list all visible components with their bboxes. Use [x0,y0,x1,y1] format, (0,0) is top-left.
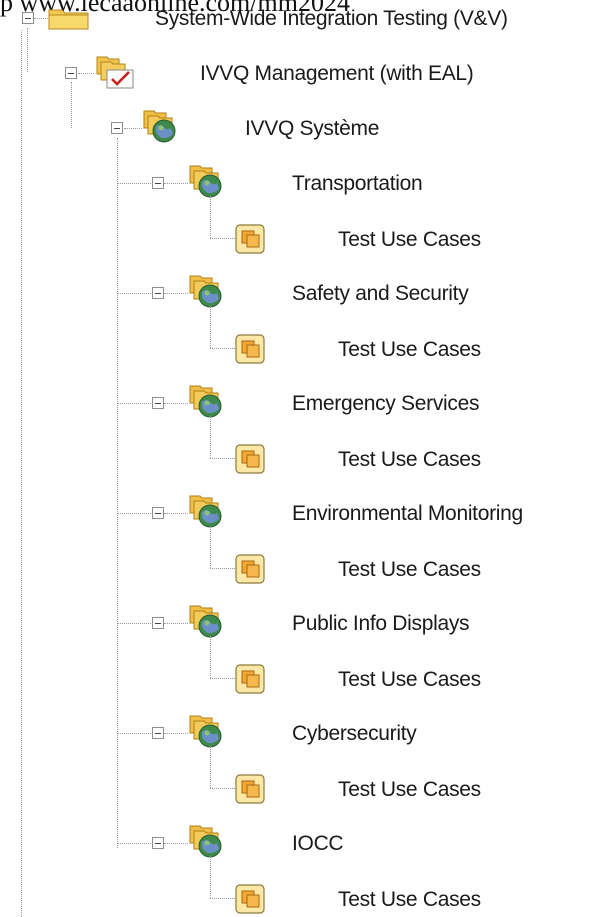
tree-connector [164,403,188,404]
tree-node-label: Test Use Cases [338,668,481,691]
collapse-toggle[interactable] [111,122,123,134]
tree-connector [117,403,151,404]
tree-node-label: Emergency Services [292,392,480,415]
use-case-icon [235,664,265,694]
folder-icon [48,9,89,30]
tree-connector [210,636,211,678]
collapse-toggle[interactable] [152,177,164,189]
tree-connector [210,416,211,458]
tree-connector [117,513,151,514]
package-globe-icon [143,110,176,143]
tree-connector [210,526,211,568]
tree-connector [164,293,188,294]
tree-node-label: Test Use Cases [338,888,481,911]
tree-node-label: Test Use Cases [338,778,481,801]
tree-connector [117,138,118,848]
tree-connector [210,348,235,349]
tree-connector [210,746,211,788]
collapse-toggle[interactable] [22,12,34,24]
collapse-toggle[interactable] [152,397,164,409]
tree-connector [71,82,72,128]
package-globe-icon [189,495,222,528]
tree-node-label: System-Wide Integration Testing (V&V) [155,7,508,30]
tree-connector [78,73,94,74]
tree-node-label: Public Info Displays [292,612,470,635]
collapse-toggle[interactable] [152,287,164,299]
tree-connector [210,458,235,459]
tree-node-label: IVVQ Management (with EAL) [200,62,474,85]
use-case-icon [235,444,265,474]
tree-node-label: Safety and Security [292,282,469,305]
tree-node-label: Environmental Monitoring [292,502,523,525]
tree-node-label: Cybersecurity [292,722,417,745]
use-case-icon [235,884,265,914]
package-globe-icon [189,385,222,418]
tree-node-label: Test Use Cases [338,448,481,471]
tree-left-edge [21,30,22,917]
tree-connector [117,293,151,294]
tree-node-label: IVVQ Système [245,117,380,140]
package-globe-icon [189,165,222,198]
tree-connector [27,28,28,72]
tree-connector [34,18,48,19]
tree-connector [117,623,151,624]
use-case-icon [235,224,265,254]
tree-connector [210,788,235,789]
tree-connector [117,843,151,844]
package-globe-icon [189,825,222,858]
tree-connector [164,183,188,184]
tree-connector [210,306,211,348]
tree-connector [210,196,211,238]
collapse-toggle[interactable] [152,617,164,629]
tree-connector [210,238,235,239]
tree-connector [164,623,188,624]
package-globe-icon [189,605,222,638]
tree-connector [164,513,188,514]
use-case-icon [235,334,265,364]
tree-connector [124,128,142,129]
package-globe-icon [189,275,222,308]
collapse-toggle[interactable] [152,727,164,739]
tree-connector [210,568,235,569]
tree-connector [164,733,188,734]
tree-node-label: Test Use Cases [338,338,481,361]
collapse-toggle[interactable] [152,837,164,849]
tree-node-label: Test Use Cases [338,228,481,251]
checked-package-icon [96,56,134,89]
use-case-icon [235,554,265,584]
tree-node-label: Transportation [292,172,423,195]
tree-connector [210,678,235,679]
collapse-toggle[interactable] [65,67,77,79]
collapse-toggle[interactable] [152,507,164,519]
tree-node-label: Test Use Cases [338,558,481,581]
tree-connector [210,898,235,899]
tree-connector [164,843,188,844]
tree-connector [117,733,151,734]
package-globe-icon [189,715,222,748]
tree-connector [210,856,211,898]
use-case-icon [235,774,265,804]
tree-connector [117,183,151,184]
tree-node-label: IOCC [292,832,344,855]
